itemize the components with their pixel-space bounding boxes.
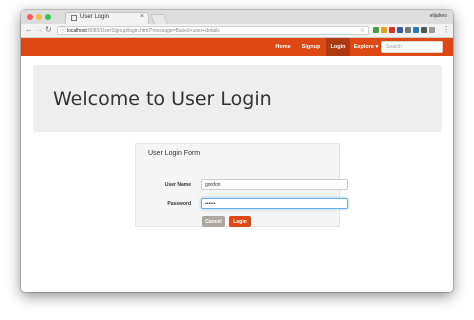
form-title: User Login Form — [148, 150, 201, 157]
tab-title: User Login — [80, 14, 110, 20]
page-icon — [71, 15, 77, 21]
browser-tab[interactable]: User Login × — [65, 12, 149, 24]
browser-toolbar: ← → ↻ ⓘ localhost:8080/UserSignup/login.… — [21, 24, 453, 38]
cancel-button[interactable]: Cancel — [202, 216, 225, 227]
back-arrow-icon[interactable]: ← — [25, 25, 33, 35]
close-window-button[interactable] — [27, 14, 33, 20]
new-tab-button[interactable] — [150, 14, 168, 24]
extension-icon[interactable] — [421, 27, 427, 33]
extension-icon[interactable] — [381, 27, 387, 33]
welcome-banner: Welcome to User Login — [33, 65, 442, 132]
page-info-icon[interactable]: ⓘ — [60, 27, 66, 35]
bookmark-star-icon[interactable]: ☆ — [360, 27, 365, 35]
username-input[interactable] — [201, 179, 348, 190]
extension-icon[interactable] — [389, 27, 395, 33]
minimize-window-button[interactable] — [36, 14, 42, 20]
login-button[interactable]: Login — [229, 216, 251, 227]
nav-login-link[interactable]: Login — [326, 38, 350, 56]
site-navbar: Home Signup Login Explore ▾ — [21, 38, 453, 56]
nav-home-link[interactable]: Home — [272, 38, 294, 56]
tab-strip: User Login × elijaheo — [21, 10, 453, 24]
browser-menu-icon[interactable]: ⋮ — [442, 25, 450, 35]
extension-icon[interactable] — [373, 27, 379, 33]
nav-signup-link[interactable]: Signup — [299, 38, 323, 56]
search-input[interactable] — [381, 41, 443, 53]
extension-icon[interactable] — [429, 27, 435, 33]
maximize-window-button[interactable] — [45, 14, 51, 20]
tab-close-icon[interactable]: × — [140, 13, 144, 20]
address-bar[interactable]: ⓘ localhost:8080/UserSignup/login.html?m… — [57, 26, 369, 35]
extension-icon[interactable] — [397, 27, 403, 33]
url-host: localhost — [67, 28, 87, 34]
url-path: :8080/UserSignup/login.html?message=Base… — [86, 28, 220, 34]
password-input[interactable] — [201, 198, 348, 209]
profile-label[interactable]: elijaheo — [430, 13, 447, 19]
reload-icon[interactable]: ↻ — [45, 25, 52, 35]
extension-icon[interactable] — [405, 27, 411, 33]
page-title: Welcome to User Login — [53, 88, 272, 110]
nav-explore-dropdown[interactable]: Explore ▾ — [352, 38, 380, 56]
url-text: localhost:8080/UserSignup/login.html?mes… — [67, 27, 220, 35]
password-label: Password — [167, 201, 191, 207]
username-label: User Name — [164, 182, 191, 188]
forward-arrow-icon[interactable]: → — [35, 25, 43, 35]
login-form-panel: User Login Form User Name Password Cance… — [135, 143, 348, 227]
browser-window: User Login × elijaheo ← → ↻ ⓘ localhost:… — [21, 10, 453, 292]
extension-icon[interactable] — [413, 27, 419, 33]
